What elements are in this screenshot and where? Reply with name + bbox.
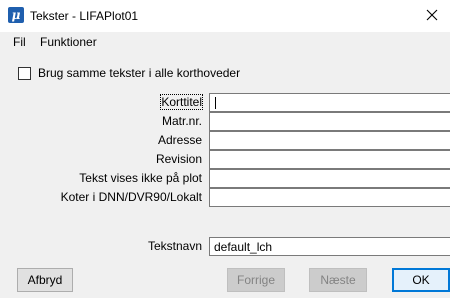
app-icon: μ	[8, 7, 24, 23]
previous-button[interactable]: Forrige	[227, 268, 285, 292]
cancel-button[interactable]: Afbryd	[17, 268, 73, 292]
matrnr-input[interactable]	[209, 112, 450, 131]
menu-funktioner[interactable]: Funktioner	[40, 35, 97, 49]
koter-label: Koter i DNN/DVR90/Lokalt	[60, 190, 202, 204]
window-title: Tekster - LIFAPlot01	[30, 9, 139, 23]
same-texts-checkbox[interactable]	[18, 67, 31, 80]
title-bar[interactable]: μ Tekster - LIFAPlot01	[0, 0, 450, 32]
tekst-vises-ikke-label: Tekst vises ikke på plot	[79, 171, 202, 185]
koter-input[interactable]	[209, 188, 450, 207]
same-texts-label: Brug samme tekster i alle korthoveder	[38, 66, 241, 80]
dialog-window: μ Tekster - LIFAPlot01 Fil Funktioner Br…	[0, 0, 450, 298]
korttitel-input[interactable]	[209, 93, 450, 112]
menu-bar: Fil Funktioner	[0, 32, 450, 52]
menu-fil[interactable]: Fil	[13, 35, 26, 49]
korttitel-label: Korttitel	[160, 94, 203, 110]
tekstnavn-input[interactable]: default_lch	[209, 237, 450, 256]
close-button[interactable]	[418, 2, 446, 28]
adresse-label: Adresse	[157, 133, 202, 147]
revision-label: Revision	[155, 152, 202, 166]
text-caret	[215, 97, 216, 109]
close-icon	[426, 9, 438, 21]
tekstnavn-value: default_lch	[214, 240, 273, 254]
ok-button[interactable]: OK	[392, 268, 450, 292]
tekstnavn-label: Tekstnavn	[147, 239, 202, 253]
next-button[interactable]: Næste	[309, 268, 367, 292]
matrnr-label: Matr.nr.	[161, 114, 202, 128]
adresse-input[interactable]	[209, 131, 450, 150]
tekst-vises-ikke-input[interactable]	[209, 169, 450, 188]
revision-input[interactable]	[209, 150, 450, 169]
